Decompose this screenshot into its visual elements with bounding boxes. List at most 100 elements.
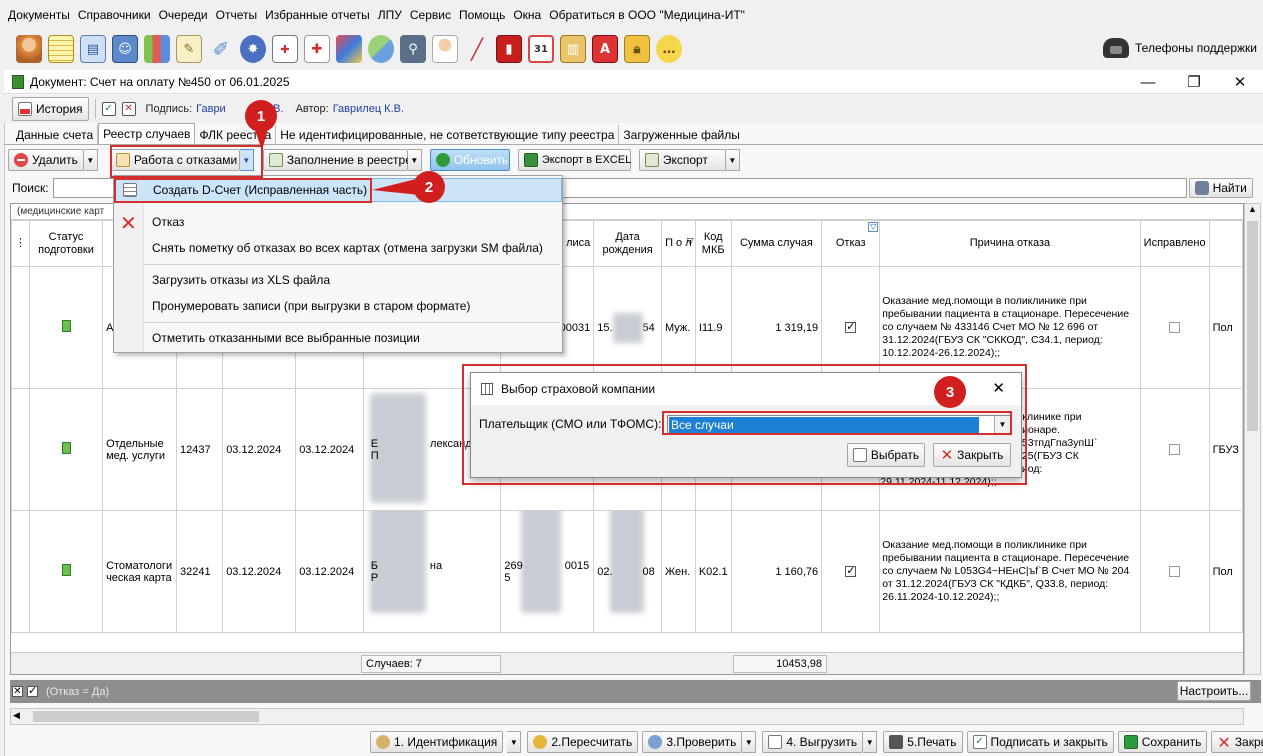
rejections-dropdown-arrow[interactable]: ▼ [239, 149, 254, 171]
fixed-checkbox[interactable] [1169, 322, 1181, 334]
medal-icon[interactable]: ✸ [240, 35, 266, 63]
sort-filter-icon[interactable]: ▽ [687, 235, 694, 248]
h-scroll-thumb[interactable] [33, 711, 259, 722]
menu-contact-vendor[interactable]: Обратиться в ООО "Медицина-ИТ" [545, 8, 749, 22]
padlock-icon[interactable]: 🔒︎ [624, 35, 650, 63]
clear-filter-icon[interactable]: ✕ [12, 686, 23, 697]
close-button[interactable]: ✕ Закрыть [1211, 731, 1263, 753]
fixed-checkbox[interactable] [1169, 444, 1181, 456]
export-button[interactable]: Экспорт [638, 149, 726, 171]
medical-bag-icon[interactable] [336, 35, 362, 63]
check-button[interactable]: 3.Проверить [642, 731, 743, 753]
col-reason[interactable]: Причина отказа [879, 220, 1141, 267]
notepad-icon[interactable] [48, 35, 74, 63]
refusal-checkbox[interactable] [845, 320, 857, 334]
menu-item-create-d-account[interactable]: Создать D-Счет (Исправленная часть) [114, 178, 562, 202]
filter-icon[interactable]: ▽ [868, 222, 879, 232]
dialog-close-icon[interactable]: ✕ [992, 379, 1005, 397]
col-birth[interactable]: Дата рождения [593, 220, 662, 267]
configure-filter-button[interactable]: Настроить... [1177, 681, 1251, 701]
tab-loaded-files[interactable]: Загруженные файлы [619, 125, 743, 144]
col-refusal[interactable]: Отказ ▽ [821, 220, 881, 267]
row-selector[interactable] [11, 388, 30, 511]
cabinet-icon[interactable]: ▥ [560, 35, 586, 63]
reject-document-icon[interactable]: ✕ [121, 102, 136, 116]
fill-registry-dropdown-arrow[interactable]: ▼ [407, 149, 422, 171]
rejections-button[interactable]: Работа с отказами [109, 149, 240, 171]
doctor-icon[interactable] [16, 35, 42, 63]
menu-service[interactable]: Сервис [406, 8, 455, 22]
fixed-checkbox[interactable] [1169, 566, 1181, 578]
refresh-button[interactable]: Обновить [429, 149, 510, 171]
col-sex[interactable]: П о л ▽ [660, 220, 696, 267]
menu-item-number-records[interactable]: Пронумеровать записи (при выгрузки в ста… [114, 294, 562, 318]
col-sum[interactable]: Сумма случая [730, 220, 823, 267]
vertical-scrollbar[interactable]: ▲ [1244, 203, 1261, 675]
print-button[interactable]: 5.Печать [883, 731, 963, 753]
menu-references[interactable]: Справочники [74, 8, 155, 22]
lab-flasks-icon[interactable] [144, 35, 170, 63]
menu-item-load-xls[interactable]: Загрузить отказы из XLS файла [114, 268, 562, 292]
menu-lpu[interactable]: ЛПУ [374, 8, 406, 22]
delete-button[interactable]: Удалить [8, 149, 84, 171]
upload-button[interactable]: 4. Выгрузить [762, 731, 864, 753]
find-button[interactable]: Найти [1188, 178, 1253, 198]
choose-button[interactable]: Выбрать [847, 443, 925, 467]
menu-favorite-reports[interactable]: Избранные отчеты [261, 8, 374, 22]
refusal-checkbox[interactable] [845, 564, 857, 578]
syringe-icon[interactable]: ✐ [208, 35, 234, 63]
red-book-icon[interactable]: ▮ [496, 35, 522, 63]
menu-queues[interactable]: Очереди [155, 8, 212, 22]
history-button[interactable]: История [12, 97, 89, 121]
recalc-button[interactable]: 2.Пересчитать [527, 731, 639, 753]
chat-bubble-icon[interactable]: … [656, 35, 682, 63]
window-close-button[interactable]: ✕ [1217, 70, 1263, 94]
menu-windows[interactable]: Окна [509, 8, 545, 22]
tab-case-registry[interactable]: Реестр случаев [98, 123, 196, 144]
col-status[interactable]: Статус подготовки [28, 220, 104, 267]
microscope-icon[interactable]: ⚲ [400, 35, 426, 63]
check-dropdown-arrow[interactable]: ▼ [742, 731, 757, 753]
identify-dropdown-arrow[interactable]: ▼ [507, 731, 522, 753]
minimize-button[interactable]: — [1125, 70, 1171, 94]
export-excel-button[interactable]: Экспорт в EXCEL [517, 149, 631, 171]
tablets-icon[interactable] [368, 35, 394, 63]
menu-item-refusal[interactable]: ✕ Отказ [114, 210, 562, 235]
menu-reports[interactable]: Отчеты [212, 8, 261, 22]
id-card-icon[interactable]: ☺ [112, 35, 138, 63]
delete-dropdown-arrow[interactable]: ▼ [83, 149, 98, 171]
document-icon[interactable]: A [592, 35, 618, 63]
fill-registry-button[interactable]: Заполнение в реестре [262, 149, 412, 171]
col-mkb[interactable]: Код МКБ [694, 220, 732, 267]
menu-item-mark-selected[interactable]: Отметить отказанными все выбранные позиц… [114, 326, 562, 350]
save-button[interactable]: Сохранить [1117, 731, 1208, 753]
support-phones-button[interactable]: Телефоны поддержки [1103, 36, 1257, 60]
calendar-icon[interactable]: 31 [528, 35, 554, 63]
export-dropdown-arrow[interactable]: ▼ [725, 149, 740, 171]
horizontal-scrollbar[interactable]: ◀ [10, 708, 1244, 725]
col-last[interactable] [1208, 220, 1243, 267]
scroll-up-arrow[interactable]: ▲ [1245, 204, 1260, 219]
filter-enabled-checkbox[interactable] [27, 684, 38, 697]
check-document-icon[interactable]: ✓ [101, 102, 116, 116]
row-selector-header[interactable]: ⋮ [11, 220, 30, 267]
maximize-button[interactable]: ❐ [1171, 70, 1217, 94]
menu-item-clear-refusals[interactable]: Снять пометку об отказах во всех картах … [114, 236, 562, 260]
dialog-close-button[interactable]: ✕ Закрыть [933, 443, 1011, 467]
row-selector[interactable] [11, 266, 30, 389]
thermometer-icon[interactable]: ╱ [464, 35, 490, 63]
patient-card-icon[interactable]: ▤ [80, 35, 106, 63]
upload-dropdown-arrow[interactable]: ▼ [863, 731, 878, 753]
scroll-left-arrow[interactable]: ◀ [13, 710, 20, 721]
payer-select[interactable]: Все случаи ▼ [667, 415, 1011, 435]
tab-account-data[interactable]: Данные счета [12, 125, 99, 144]
notebook-icon[interactable]: ✎ [176, 35, 202, 63]
menu-help[interactable]: Помощь [455, 8, 509, 22]
nurse-icon[interactable] [432, 35, 458, 63]
first-aid-kit-icon[interactable]: ✚ [304, 35, 330, 63]
identify-button[interactable]: 1. Идентификация [370, 731, 504, 753]
report-icon[interactable]: ✚ [272, 35, 298, 63]
chevron-down-icon[interactable]: ▼ [994, 416, 1010, 434]
tab-unidentified[interactable]: Не идентифицированные, не сответствующие… [276, 125, 620, 144]
sign-close-button[interactable]: ✓ Подписать и закрыть [966, 731, 1114, 753]
